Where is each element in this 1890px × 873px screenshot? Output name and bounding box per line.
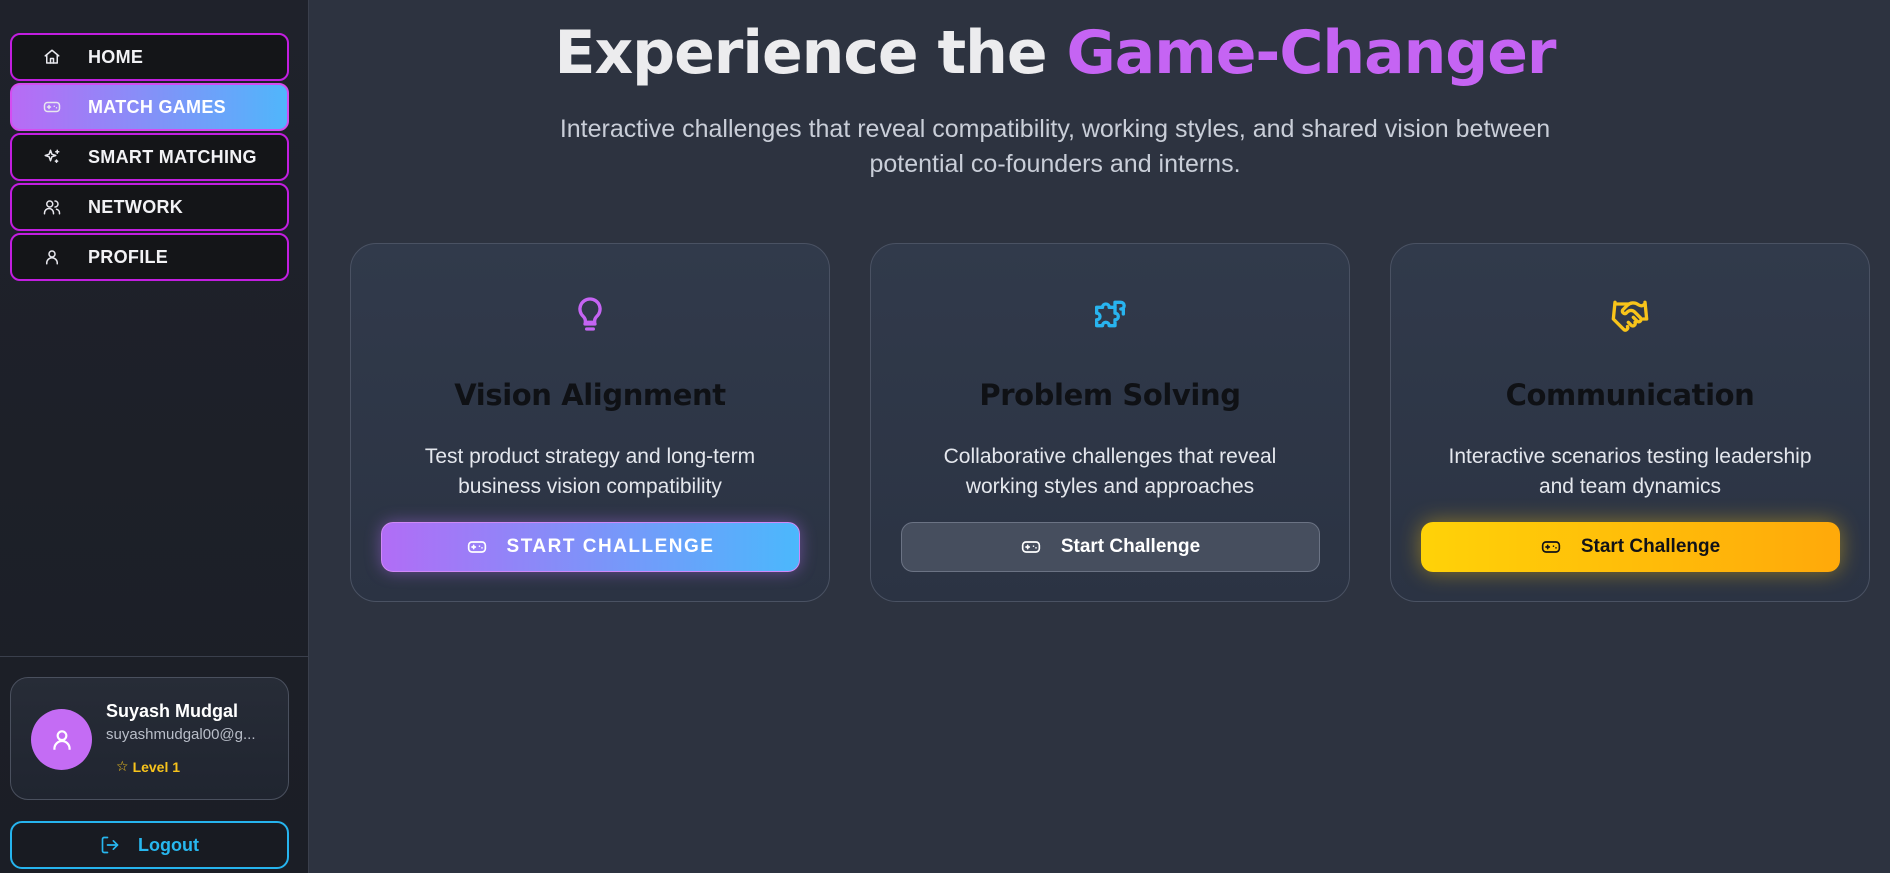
title-prefix: Experience the [554,18,1067,88]
user-email: suyashmudgal00@g... [106,726,256,743]
nav-item-label: MATCH GAMES [88,96,226,117]
home-icon [42,47,62,67]
main-content: Experience the Game-Changer Interactive … [309,0,1890,873]
user-icon [42,247,62,267]
challenge-card-communication: Communication Interactive scenarios test… [1390,243,1870,602]
star-icon: ☆ [116,758,129,774]
challenge-card-vision: Vision Alignment Test product strategy a… [350,243,830,602]
nav-item-smart-matching[interactable]: SMART MATCHING [10,133,289,181]
gamepad-icon [1021,541,1040,553]
nav-item-label: NETWORK [88,196,184,217]
puzzle-icon [1095,300,1126,328]
start-challenge-button[interactable]: Start Challenge [901,522,1320,572]
start-challenge-button[interactable]: Start Challenge [1421,522,1840,572]
page-subtitle: Interactive challenges that reveal compa… [559,115,1551,178]
button-label: Start Challenge [1060,536,1201,557]
card-title: Problem Solving [979,378,1241,412]
button-label: Start Challenge [1580,536,1721,557]
page-title: Experience the Game-Changer [309,18,1801,88]
logout-icon [101,836,119,854]
users-icon [42,197,62,217]
challenge-card-problem-solving: Problem Solving Collaborative challenges… [870,243,1350,602]
gamepad-icon [1541,541,1560,553]
nav-item-label: PROFILE [88,246,169,267]
card-title: Vision Alignment [454,378,726,412]
gamepad-icon [42,97,62,117]
card-title: Communication [1505,378,1755,412]
card-description: Test product strategy and long-term busi… [424,445,756,498]
card-description: Interactive scenarios testing leadership… [1448,445,1812,498]
sidebar: HOME MATCH GAMES SMART MATCHING NETWORK … [0,0,309,873]
level-label: Level 1 [132,758,181,775]
sidebar-divider [0,656,309,657]
logout-label: Logout [138,834,199,855]
user-name: Suyash Mudgal [106,701,239,721]
lightbulb-icon [578,297,602,331]
nav-item-label: SMART MATCHING [88,146,257,167]
handshake-icon [1611,300,1649,332]
logout-button[interactable]: Logout [10,821,289,869]
button-label: START CHALLENGE [506,536,715,557]
title-accent: Game-Changer [1066,18,1556,88]
sparkles-icon [42,147,62,167]
card-description: Collaborative challenges that reveal wor… [943,445,1277,498]
nav-item-network[interactable]: NETWORK [10,183,289,231]
nav-item-profile[interactable]: PROFILE [10,233,289,281]
sidebar-nav: HOME MATCH GAMES SMART MATCHING NETWORK … [10,33,289,283]
user-icon [52,729,71,750]
avatar [31,709,92,770]
user-card[interactable]: Suyash Mudgal suyashmudgal00@g... ☆ Leve… [10,677,289,800]
nav-item-label: HOME [88,46,144,67]
nav-item-home[interactable]: HOME [10,33,289,81]
gamepad-icon [467,541,486,553]
level-badge: ☆ Level 1 [116,758,180,775]
nav-item-match-games[interactable]: MATCH GAMES [10,83,289,131]
start-challenge-button[interactable]: START CHALLENGE [381,522,800,572]
